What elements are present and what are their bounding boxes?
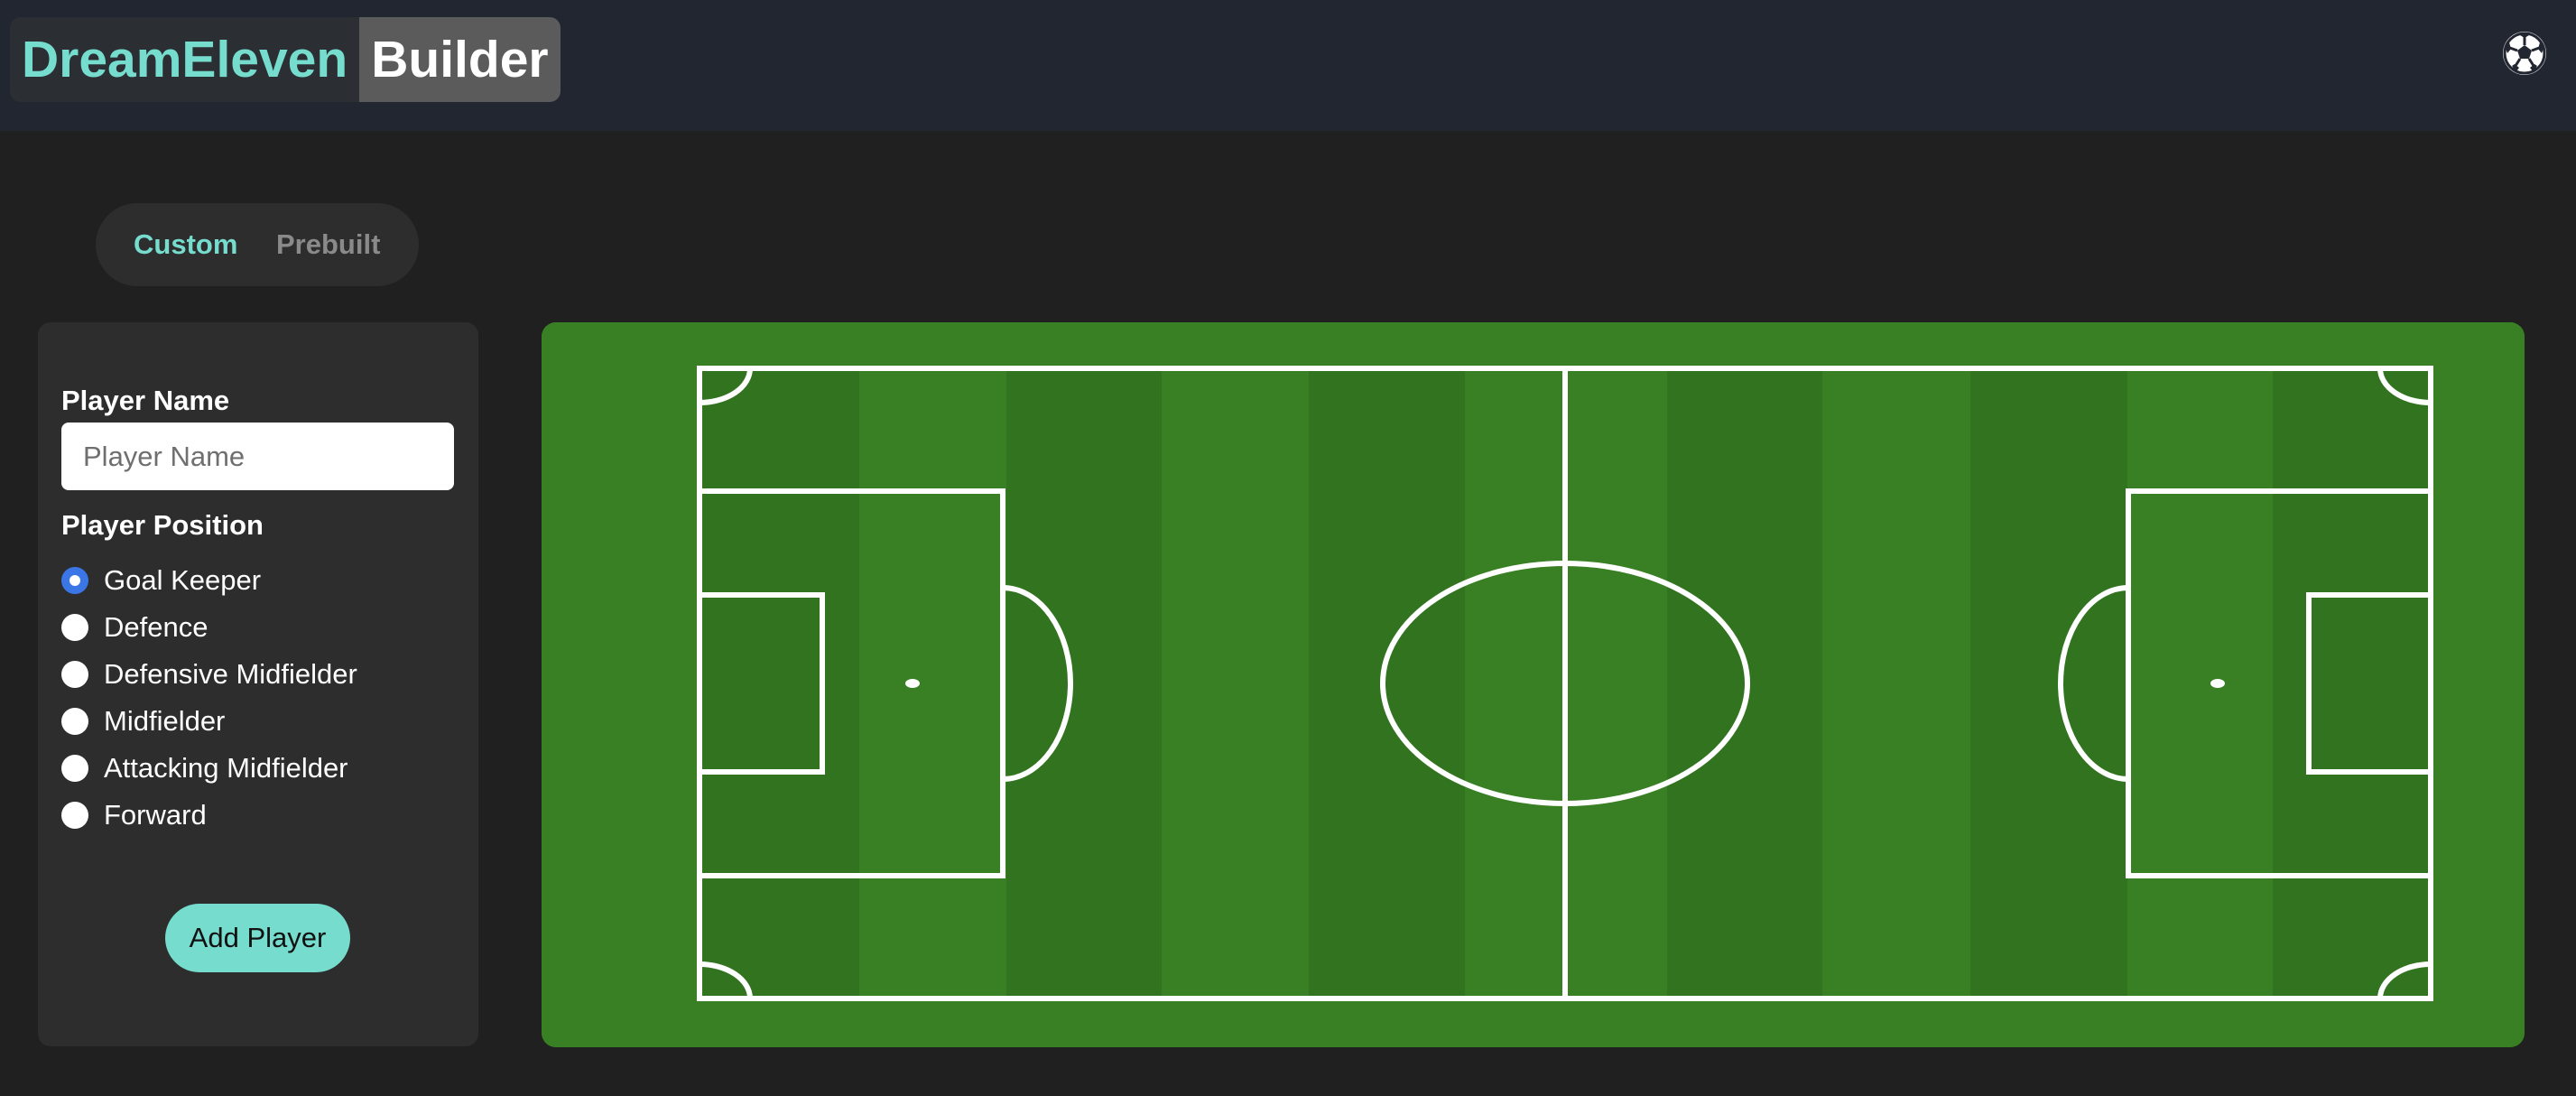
tab-prebuilt[interactable]: Prebuilt <box>276 203 380 286</box>
football-pitch[interactable] <box>542 322 2525 1047</box>
player-name-input[interactable] <box>61 423 454 490</box>
radio-forward[interactable] <box>61 802 88 829</box>
position-option-goal-keeper[interactable]: Goal Keeper <box>61 562 261 599</box>
position-option-midfielder[interactable]: Midfielder <box>61 703 225 739</box>
position-option-defensive-midfielder[interactable]: Defensive Midfielder <box>61 656 357 692</box>
radio-goal-keeper[interactable] <box>61 567 88 594</box>
app-logo[interactable]: DreamEleven Builder <box>10 17 561 102</box>
radio-defensive-midfielder[interactable] <box>61 661 88 688</box>
radio-defence[interactable] <box>61 614 88 641</box>
logo-text-dreameleven: DreamEleven <box>10 17 360 102</box>
tab-custom[interactable]: Custom <box>134 203 237 286</box>
position-label-attacking-midfielder: Attacking Midfielder <box>104 752 348 784</box>
position-label-goal-keeper: Goal Keeper <box>104 564 262 596</box>
position-label-defensive-midfielder: Defensive Midfielder <box>104 658 357 690</box>
position-label-forward: Forward <box>104 799 207 831</box>
position-label-midfielder: Midfielder <box>104 705 226 737</box>
position-option-defence[interactable]: Defence <box>61 609 208 646</box>
add-player-button[interactable]: Add Player <box>165 904 350 972</box>
radio-attacking-midfielder[interactable] <box>61 755 88 782</box>
soccer-ball-icon[interactable] <box>2501 30 2548 77</box>
player-position-label: Player Position <box>61 509 264 541</box>
player-form-panel: Player Name Player Position Goal Keeper … <box>38 322 478 1046</box>
position-option-attacking-midfielder[interactable]: Attacking Midfielder <box>61 750 348 786</box>
logo-text-builder: Builder <box>359 17 561 102</box>
player-name-label: Player Name <box>61 385 230 416</box>
position-option-forward[interactable]: Forward <box>61 797 207 833</box>
app-header: DreamEleven Builder <box>0 0 2576 131</box>
pitch-graphic <box>542 322 2525 1047</box>
radio-midfielder[interactable] <box>61 708 88 735</box>
mode-toggle: Custom Prebuilt <box>96 203 419 286</box>
position-label-defence: Defence <box>104 611 208 643</box>
